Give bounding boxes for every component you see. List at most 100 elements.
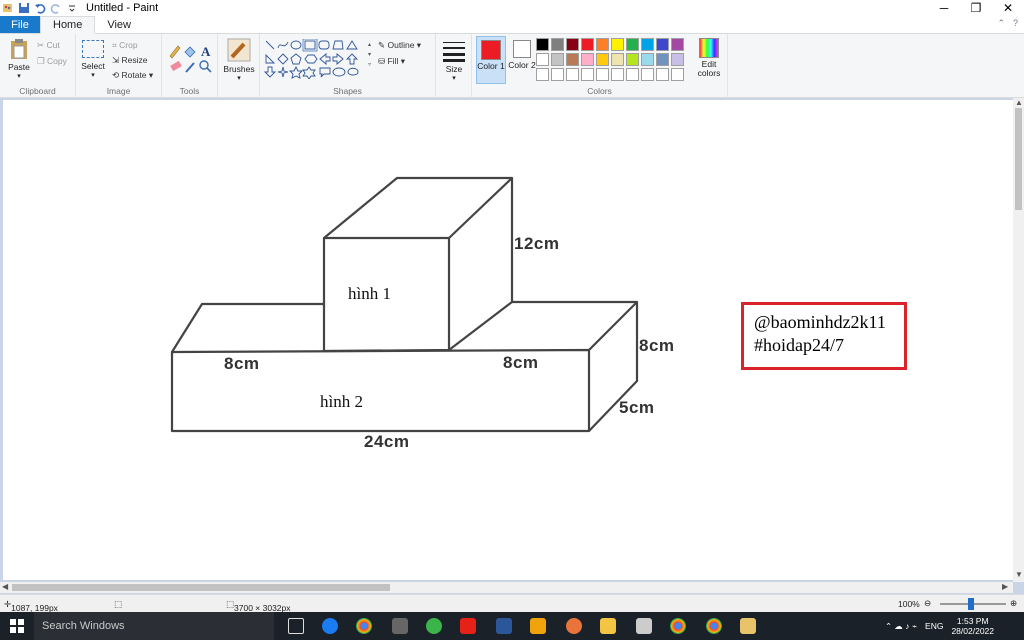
color-picker-icon[interactable]: [185, 62, 195, 73]
select-button[interactable]: Select ▾: [80, 40, 106, 79]
clock[interactable]: 1:53 PM 28/02/2022: [951, 616, 994, 636]
palette-color-swatch[interactable]: [596, 38, 609, 51]
pencil-icon[interactable]: [169, 45, 181, 59]
custom-color-swatch[interactable]: [551, 68, 564, 81]
vertical-scroll-thumb[interactable]: [1015, 108, 1022, 210]
brushes-button[interactable]: Brushes ▾: [222, 38, 256, 82]
zoom-in-icon[interactable]: ⊕: [1010, 598, 1017, 609]
scroll-up-icon[interactable]: ▲: [1015, 98, 1023, 107]
down-arrow-shape-icon[interactable]: [264, 66, 277, 78]
chrome-profile-icon[interactable]: [670, 618, 686, 634]
custom-color-swatch[interactable]: [536, 68, 549, 81]
pentagon-shape-icon[interactable]: [290, 53, 302, 65]
diamond-shape-icon[interactable]: [277, 53, 289, 65]
custom-color-swatch[interactable]: [671, 68, 684, 81]
calculator-icon[interactable]: [392, 618, 408, 634]
paste-dropdown-icon[interactable]: ▾: [6, 72, 32, 80]
youtube-icon[interactable]: [460, 618, 476, 634]
drawing-canvas[interactable]: hình 1 hình 2 12cm 8cm 8cm 8cm 5cm 24cm …: [3, 100, 1013, 580]
language-indicator[interactable]: ENG: [925, 621, 943, 631]
palette-color-swatch[interactable]: [656, 38, 669, 51]
scroll-left-icon[interactable]: ◀: [2, 582, 8, 591]
four-point-star-shape-icon[interactable]: [277, 66, 289, 78]
vertical-scrollbar[interactable]: ▲ ▼: [1013, 98, 1024, 582]
palette-color-swatch[interactable]: [566, 38, 579, 51]
palette-color-swatch[interactable]: [626, 38, 639, 51]
help-icon[interactable]: ?: [1013, 18, 1018, 29]
line-shape-icon[interactable]: [265, 40, 275, 50]
palette-color-swatch[interactable]: [566, 53, 579, 66]
minimize-ribbon-icon[interactable]: ⌃: [997, 18, 1005, 29]
zalo-icon[interactable]: [322, 618, 338, 634]
palette-color-swatch[interactable]: [641, 53, 654, 66]
app-orange-icon[interactable]: [566, 618, 582, 634]
customize-toolbar-icon[interactable]: [66, 2, 78, 14]
custom-color-swatch[interactable]: [611, 68, 624, 81]
rotate-button[interactable]: ⟲ Rotate ▾: [112, 70, 153, 81]
hexagon-shape-icon[interactable]: [304, 54, 318, 64]
size-dropdown-icon[interactable]: ▾: [440, 74, 468, 82]
chrome-icon[interactable]: [356, 618, 372, 634]
zoom-slider-thumb[interactable]: [968, 598, 974, 610]
task-view-icon[interactable]: [288, 618, 304, 634]
start-button[interactable]: [0, 612, 34, 640]
up-arrow-shape-icon[interactable]: [345, 53, 359, 65]
palette-color-swatch[interactable]: [671, 38, 684, 51]
size-button[interactable]: Size ▾: [440, 40, 468, 82]
tab-view[interactable]: View: [95, 16, 143, 33]
file-explorer-icon[interactable]: [600, 618, 616, 634]
crop-button[interactable]: ⌗ Crop: [112, 40, 138, 51]
edit-colors-button[interactable]: Edit colors: [694, 38, 724, 78]
tab-file[interactable]: File: [0, 16, 40, 33]
outline-button[interactable]: ✎ Outline ▾: [378, 40, 421, 51]
minimize-button[interactable]: ─: [928, 0, 960, 16]
brushes-dropdown-icon[interactable]: ▾: [222, 74, 256, 82]
tab-home[interactable]: Home: [40, 16, 96, 34]
scroll-right-icon[interactable]: ▶: [1002, 582, 1008, 591]
custom-color-swatch[interactable]: [656, 68, 669, 81]
five-point-star-shape-icon[interactable]: [288, 65, 304, 79]
palette-color-swatch[interactable]: [581, 38, 594, 51]
magnifier-icon[interactable]: [199, 60, 212, 73]
resize-button[interactable]: ⇲ Resize: [112, 55, 147, 66]
fill-bucket-icon[interactable]: [184, 46, 196, 58]
fill-button[interactable]: ⛁ Fill ▾: [378, 56, 405, 67]
palette-color-swatch[interactable]: [611, 53, 624, 66]
palette-color-swatch[interactable]: [581, 53, 594, 66]
rectangle-shape-icon[interactable]: [304, 40, 316, 50]
shapes-gallery[interactable]: [264, 39, 374, 79]
polygon-shape-icon[interactable]: [332, 40, 344, 50]
shapes-scroll[interactable]: ▴ ▾ ▿: [368, 40, 371, 70]
text-tool-icon[interactable]: A: [201, 44, 211, 59]
palette-color-swatch[interactable]: [671, 53, 684, 66]
custom-color-swatch[interactable]: [581, 68, 594, 81]
word-icon[interactable]: [496, 618, 512, 634]
rounded-rectangle-shape-icon[interactable]: [318, 40, 330, 50]
palette-color-swatch[interactable]: [641, 38, 654, 51]
rectangular-callout-shape-icon[interactable]: [319, 67, 331, 78]
triangle-shape-icon[interactable]: [346, 40, 358, 50]
left-arrow-shape-icon[interactable]: [319, 53, 331, 65]
horizontal-scroll-thumb[interactable]: [12, 584, 390, 591]
custom-color-swatch[interactable]: [641, 68, 654, 81]
cloud-callout-shape-icon[interactable]: [347, 67, 359, 76]
custom-color-swatch[interactable]: [596, 68, 609, 81]
zoom-out-icon[interactable]: ⊖: [924, 598, 931, 609]
custom-color-swatch[interactable]: [626, 68, 639, 81]
palette-color-swatch[interactable]: [656, 53, 669, 66]
close-button[interactable]: ✕: [992, 0, 1024, 16]
palette-color-swatch[interactable]: [536, 38, 549, 51]
tray-icons[interactable]: ⌃ ☁ ♪ ⌁: [885, 621, 917, 632]
palette-color-swatch[interactable]: [536, 53, 549, 66]
cut-button[interactable]: ✂ Cut: [37, 40, 60, 51]
save-icon[interactable]: [18, 2, 30, 14]
copy-button[interactable]: ❐ Copy: [37, 56, 67, 67]
six-point-star-shape-icon[interactable]: [302, 66, 316, 79]
paint-taskbar-icon[interactable]: [740, 618, 756, 634]
eraser-icon[interactable]: [170, 60, 182, 72]
app-green-icon[interactable]: [426, 618, 442, 634]
restore-button[interactable]: ❐: [960, 0, 992, 16]
chrome-alt-icon[interactable]: [706, 618, 722, 634]
palette-color-swatch[interactable]: [626, 53, 639, 66]
curve-shape-icon[interactable]: [277, 41, 289, 49]
